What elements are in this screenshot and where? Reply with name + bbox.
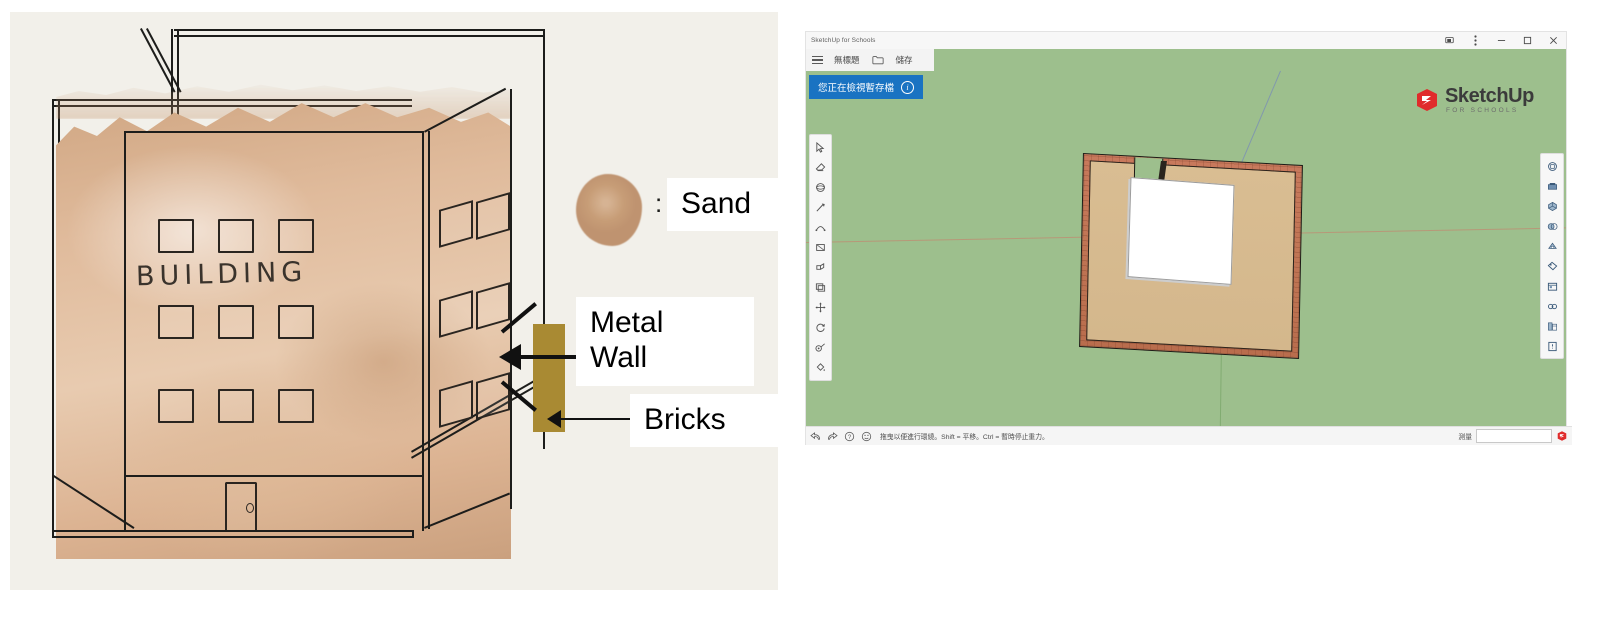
brand-text: SketchUp FOR SCHOOLS [1445,86,1534,115]
folder-icon[interactable] [866,49,890,71]
close-icon[interactable] [1540,32,1566,49]
left-tool-palette [809,134,832,381]
wire-edge [52,536,414,538]
select-tool-icon[interactable] [811,138,830,157]
status-hint-text: 拖曳以便進行環繞。Shift = 平移。Ctrl = 暫時停止重力。 [880,434,1049,441]
legend-metal-wall-label: Metal Wall [576,297,754,386]
tape-measure-tool-icon[interactable] [811,338,830,357]
save-button[interactable]: 儲存 [890,49,919,71]
sketchup-brand: SketchUp FOR SCHOOLS [1414,86,1534,115]
scenes-panel-icon[interactable] [1543,277,1562,295]
window [158,305,194,339]
brand-name: SketchUp [1444,85,1534,107]
tags-panel-icon[interactable] [1543,257,1562,275]
legend-bricks-label: Bricks [630,394,778,448]
shadows-panel-icon[interactable] [1543,297,1562,315]
orbit-tool-icon[interactable] [811,178,830,197]
measurement-input[interactable] [1476,429,1552,443]
window [278,219,314,253]
window [218,389,254,423]
banner-message: 您正在檢視暫存檔 [818,83,895,94]
window [158,219,194,253]
menubar-wrap: 無標題 儲存 [806,49,934,71]
metal-wall-arrow-head [499,344,521,370]
materials-panel-icon[interactable] [1543,177,1562,195]
undo-icon[interactable] [809,430,822,443]
wire-edge [412,530,414,538]
brand-subtitle: FOR SCHOOLS [1445,107,1519,114]
wire-edge [174,35,544,37]
wire-edge [52,530,414,532]
help-icon[interactable]: ? [843,430,856,443]
window-controls [1436,32,1566,49]
building-text-label: BUILDING [135,256,308,293]
arc-tool-icon[interactable] [811,218,830,237]
sand-legend-colon: : [655,188,663,218]
building-front-top-edge [124,131,424,133]
entity-info-panel-icon[interactable] [1543,157,1562,175]
bricks-arrow-line [561,418,639,420]
measurement-label: 測量 [1458,434,1472,441]
illustration-panel: BUILDING : Sand Metal Wall Bricks [10,12,778,590]
temp-file-banner[interactable]: 您正在檢視暫存檔 i [809,75,924,99]
wire-edge [174,29,544,31]
redo-icon[interactable] [826,430,839,443]
sand-color-swatch [576,174,642,246]
document-name-field[interactable]: 無標題 [828,49,866,71]
right-panel-tray [1540,153,1564,359]
building-side-back-edge [510,89,512,509]
styles-panel-icon[interactable] [1543,217,1562,235]
offset-tool-icon[interactable] [811,278,830,297]
pushpull-tool-icon[interactable] [811,258,830,277]
rotate-tool-icon[interactable] [811,318,830,337]
building-front-right-edge [422,131,424,531]
cast-icon[interactable] [1436,32,1462,49]
minimize-icon[interactable] [1488,32,1514,49]
building-side-edge [428,131,430,529]
building-base-line [124,475,424,477]
layers-panel-icon[interactable] [1543,237,1562,255]
sketchup-for-schools-window: SketchUp for Schools SketchUp FOR SCHOOL… [806,32,1572,445]
window [218,219,254,253]
status-bar: ? 拖曳以便進行環繞。Shift = 平移。Ctrl = 暫時停止重力。 測量 [806,426,1572,445]
screenshot-root: BUILDING : Sand Metal Wall Bricks Sketch… [0,0,1600,639]
sketchup-small-logo-icon [1556,430,1568,442]
building-volume [1127,177,1235,285]
window [158,389,194,423]
legend-sand-label: Sand [667,178,778,232]
hamburger-menu-icon[interactable] [806,49,828,71]
sand-box-drawing: BUILDING [40,27,565,572]
measurement-group: 測量 [1458,429,1569,443]
3d-model[interactable] [1079,152,1303,360]
window-title: SketchUp for Schools [811,37,876,44]
window [278,389,314,423]
instructor-icon[interactable] [860,430,873,443]
window [218,305,254,339]
info-icon[interactable]: i [901,80,915,94]
maximize-icon[interactable] [1514,32,1540,49]
components-panel-icon[interactable] [1543,197,1562,215]
door-knob [246,503,254,513]
wire-edge [52,99,54,537]
window [278,305,314,339]
sketchup-logo-icon [1416,89,1437,112]
eraser-tool-icon[interactable] [811,158,830,177]
bricks-arrow-head [547,410,561,428]
model-info-panel-icon[interactable] [1543,337,1562,355]
building-front-left-edge [124,131,126,531]
sand-ridge [56,84,511,119]
kebab-menu-icon[interactable] [1462,32,1488,49]
move-tool-icon[interactable] [811,298,830,317]
sketchup-viewport[interactable]: SketchUp FOR SCHOOLS 無標題 儲存 您正在檢視暫存檔 i [806,49,1566,426]
rectangle-tool-icon[interactable] [811,238,830,257]
instructor-panel-icon[interactable] [1543,317,1562,335]
window-titlebar: SketchUp for Schools [806,32,1566,50]
app-menubar: 無標題 儲存 [806,49,934,71]
paint-bucket-tool-icon[interactable] [811,358,830,377]
line-tool-icon[interactable] [811,198,830,217]
